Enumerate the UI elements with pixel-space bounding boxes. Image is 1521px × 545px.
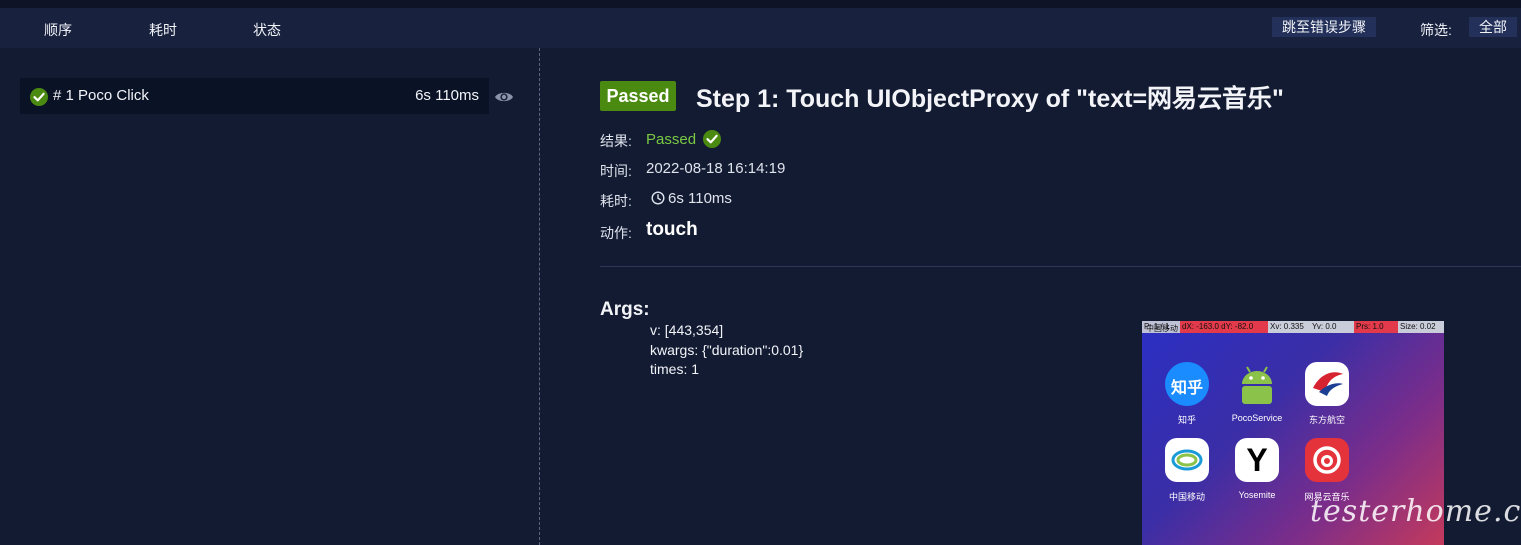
app-label: PocoService (1231, 413, 1283, 423)
sort-by-order[interactable]: 顺序 (44, 20, 72, 40)
step-title: Step 1: Touch UIObjectProxy of "text=网易云… (696, 85, 1284, 113)
check-circle-icon (30, 88, 48, 110)
pointer-location-bar: P: 1 / 1 dX: -163.0 dY: -82.0 Xv: 0.335 … (1142, 321, 1444, 333)
app-label: Yosemite (1238, 490, 1276, 500)
step-list-header: 顺序 耗时 状态 跳至错误步骤 筛选: 全部 (0, 8, 1521, 48)
time-value: 2022-08-18 16:14:19 (646, 160, 786, 177)
arg-line: kwargs: {"duration":0.01} (650, 342, 804, 358)
args-title: Args: (600, 299, 650, 320)
result-value: Passed (646, 130, 722, 148)
app-label: 中国移动 (1168, 492, 1205, 502)
filter-label: 筛选: (1420, 22, 1452, 38)
yosemite-icon[interactable]: Y (1235, 438, 1279, 482)
step-label: # 1 Poco Click (53, 87, 149, 104)
sort-by-status[interactable]: 状态 (253, 20, 281, 40)
china-eastern-icon[interactable] (1305, 362, 1349, 406)
top-strip (0, 0, 1521, 8)
duration-label: 耗时: (600, 193, 632, 209)
arg-line: times: 1 (650, 361, 700, 377)
action-value: touch (646, 219, 698, 240)
netease-music-icon[interactable] (1305, 438, 1349, 482)
time-row: 时间: 2022-08-18 16:14:19 (600, 160, 785, 181)
jump-to-error-button[interactable]: 跳至错误步骤 (1272, 17, 1376, 37)
result-label: 结果: (600, 133, 632, 149)
duration-row: 耗时: 6s 110ms (600, 190, 732, 211)
result-row: 结果: Passed (600, 130, 722, 151)
app-label: 知乎 (1177, 415, 1196, 425)
sort-by-duration[interactable]: 耗时 (149, 20, 177, 40)
step-duration: 6s 110ms (415, 87, 479, 104)
eye-icon[interactable] (494, 90, 514, 109)
step-list-item[interactable]: # 1 Poco Click 6s 110ms (20, 78, 489, 114)
watermark: testerhome.com (1310, 494, 1521, 529)
carrier-label: 中国移动 (1146, 324, 1178, 333)
app-label: 东方航空 (1308, 415, 1345, 425)
action-row: 动作: touch (600, 219, 698, 243)
filter-select[interactable]: 全部 (1469, 17, 1517, 37)
duration-value: 6s 110ms (646, 190, 732, 207)
clock-icon (651, 191, 665, 205)
action-label: 动作: (600, 225, 632, 241)
zhihu-icon[interactable]: 知乎 (1165, 362, 1209, 406)
section-divider (600, 266, 1521, 267)
status-badge: Passed (600, 81, 676, 111)
check-circle-icon (703, 130, 722, 148)
china-mobile-icon[interactable] (1165, 438, 1209, 482)
time-label: 时间: (600, 163, 632, 179)
android-icon[interactable] (1235, 362, 1279, 406)
arg-line: v: [443,354] (650, 322, 724, 338)
panel-divider[interactable] (539, 48, 540, 545)
